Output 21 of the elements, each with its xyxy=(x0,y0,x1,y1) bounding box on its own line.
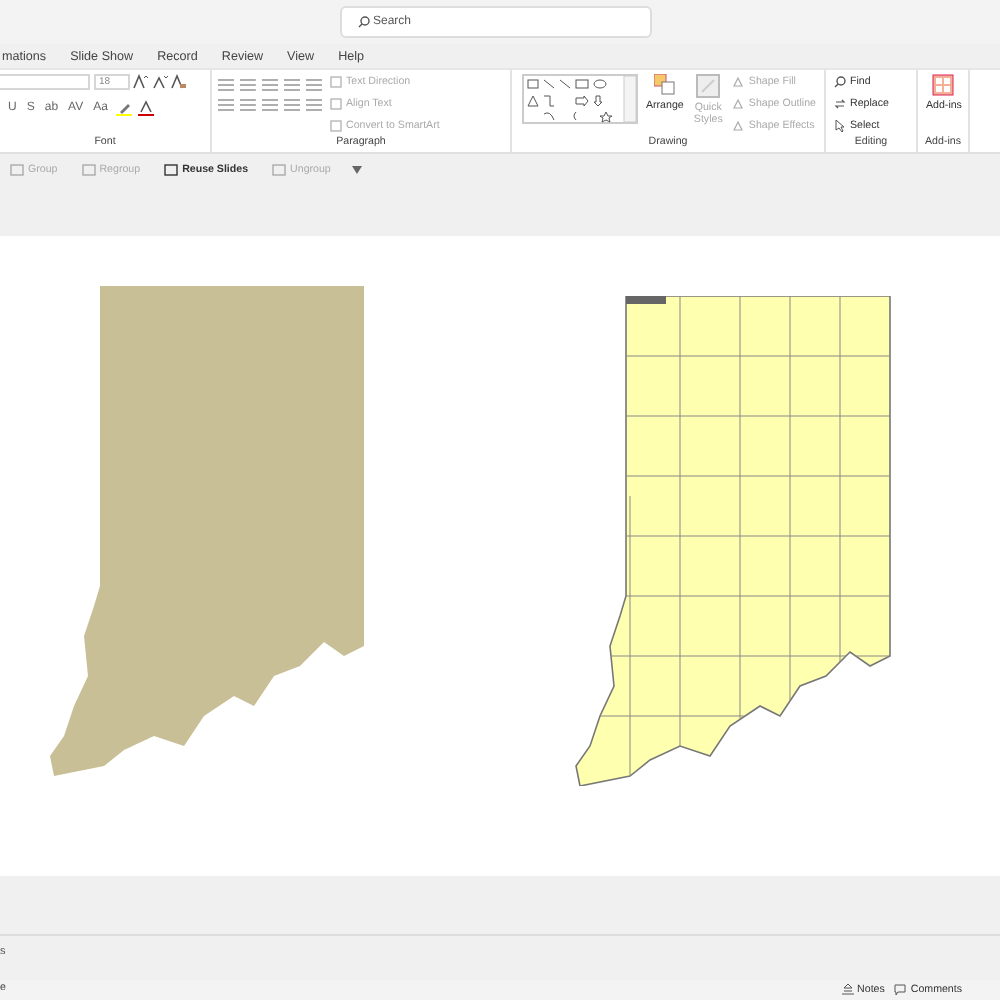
replace-icon xyxy=(834,98,846,110)
font-color-icon[interactable] xyxy=(137,100,154,116)
shape-gallery-drawing[interactable] xyxy=(522,74,638,124)
shrink-font-icon[interactable] xyxy=(151,74,167,90)
comment-icon xyxy=(894,984,907,996)
highlighter-icon[interactable] xyxy=(115,100,132,116)
select-icon xyxy=(834,120,846,132)
grow-font-icon[interactable] xyxy=(132,74,148,90)
dropdown-icon[interactable] xyxy=(352,165,363,173)
grid-icon xyxy=(932,74,955,96)
clear-format-icon[interactable] xyxy=(170,74,186,90)
font-name-field[interactable] xyxy=(0,74,90,90)
find-icon xyxy=(834,76,846,88)
quick-styles-icon xyxy=(696,74,721,98)
arrange-icon xyxy=(653,74,676,96)
notes-icon xyxy=(841,984,854,996)
group-objects-icon xyxy=(81,163,96,175)
group-objects-icon xyxy=(10,163,24,175)
search-icon xyxy=(358,16,370,28)
group-objects-icon xyxy=(164,163,179,175)
group-objects-icon xyxy=(272,163,287,175)
